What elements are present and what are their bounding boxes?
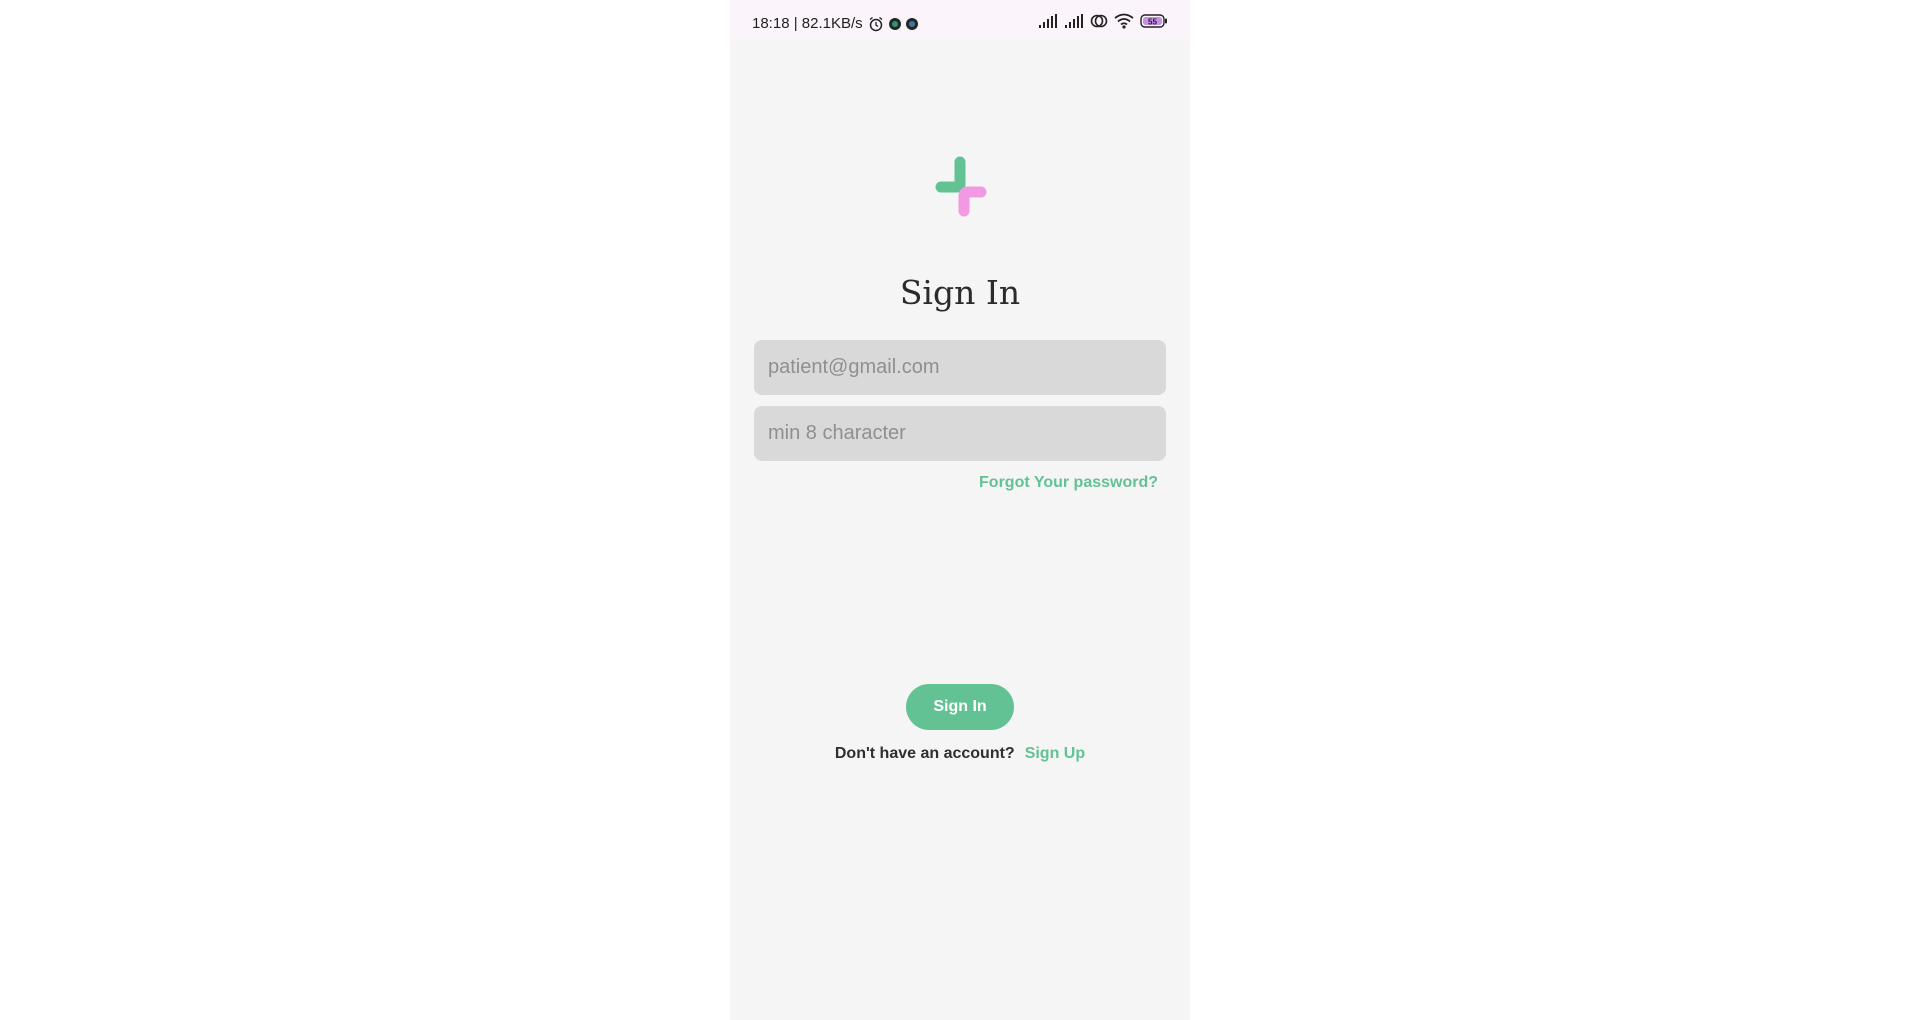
status-time-speed: 18:18 | 82.1KB/s [752,15,863,32]
plus-logo-icon [935,156,987,217]
app-notification-icon [905,17,918,30]
alarm-icon [869,16,883,31]
battery-icon: 55 [1140,14,1167,28]
email-field[interactable] [754,340,1166,395]
battery-level: 55 [1148,17,1157,26]
forgot-password-link[interactable]: Forgot Your password? [979,474,1158,492]
sign-in-button[interactable]: Sign In [906,684,1014,730]
app-notification-icon [888,17,901,30]
hotspot-icon [1090,14,1108,28]
status-right: 55 [1038,13,1168,29]
password-field[interactable] [754,406,1166,461]
app-screen: 18:18 | 82.1KB/s 55 Sign In patient@gmai… [730,0,1190,1020]
signal-icon [1065,14,1083,28]
signal-icon [1039,14,1057,28]
sign-up-link[interactable]: Sign Up [1025,745,1085,762]
wifi-icon [1114,13,1134,29]
signup-row: Don't have an account? Sign Up [730,745,1190,763]
signup-prompt: Don't have an account? [834,745,1015,762]
status-left: 18:18 | 82.1KB/s [752,15,918,32]
status-bar: 18:18 | 82.1KB/s 55 [730,0,1190,40]
page-title: Sign In [899,273,1021,312]
